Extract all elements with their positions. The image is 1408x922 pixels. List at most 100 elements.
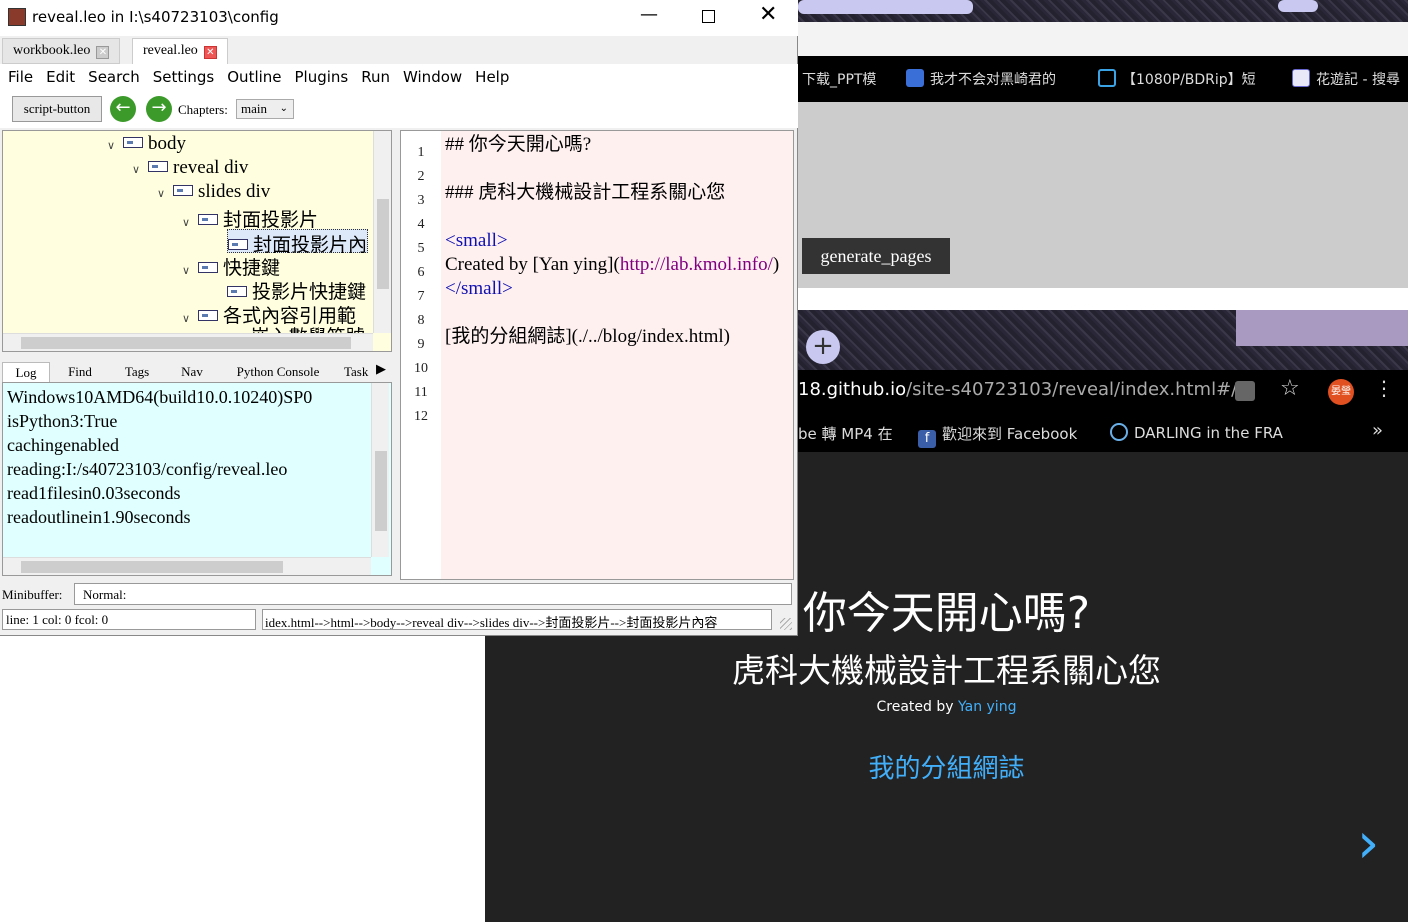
menu-outline[interactable]: Outline [227, 68, 281, 86]
close-tab-icon[interactable]: ✕ [96, 46, 110, 59]
next-slide-arrow-icon[interactable]: › [1357, 816, 1379, 872]
log-line: cachingenabled [7, 435, 119, 455]
body-editor[interactable]: 1 2 3 4 5 6 7 8 9 10 11 12 ## 你今天開心嗎? ##… [400, 130, 794, 580]
minibuffer-input[interactable]: Normal: [74, 583, 792, 605]
menu-bar: File Edit Search Settings Outline Plugins Run W… [0, 64, 798, 90]
slide-subtitle: 虎科大機械設計工程系關心您 [732, 651, 1161, 690]
outline-hscrollbar[interactable] [3, 333, 373, 351]
scroll-thumb[interactable] [375, 451, 387, 531]
avatar[interactable]: 晏瑩 [1328, 379, 1354, 405]
expand-caret-icon[interactable]: ∨ [182, 264, 198, 277]
tree-node[interactable]: 投影片快捷鍵 [227, 277, 366, 303]
new-tab-button[interactable] [1278, 0, 1318, 12]
tree-node-selected[interactable]: 封面投影片內 [227, 229, 369, 256]
code-url[interactable]: http://lab.kmol.info/ [620, 254, 773, 275]
menu-help[interactable]: Help [475, 68, 509, 86]
log-hscrollbar[interactable] [3, 557, 371, 575]
menu-run[interactable]: Run [361, 68, 390, 86]
expand-caret-icon[interactable]: ∨ [182, 312, 198, 325]
log-line: read1filesin0.03seconds [7, 483, 181, 503]
page-area: generate_pages [798, 102, 1408, 288]
translate-icon[interactable] [1235, 381, 1255, 401]
bookmark-item[interactable]: 下载_PPT模 [802, 69, 876, 89]
line-number: 6 [417, 265, 425, 280]
line-number: 2 [417, 169, 425, 184]
expand-caret-icon[interactable]: ∨ [157, 187, 173, 200]
tab-reveal[interactable]: reveal.leo ✕ [132, 38, 228, 65]
menu-window[interactable]: Window [403, 68, 462, 86]
back-arrow-icon[interactable]: ← [110, 96, 136, 122]
expand-caret-icon[interactable]: ∨ [107, 139, 123, 152]
bookmark-item[interactable]: 花遊記 - 搜尋 [1292, 69, 1400, 89]
bookmark-item[interactable]: 我才不会对黑崎君的 [906, 69, 1056, 89]
expand-caret-icon[interactable]: ∨ [132, 163, 148, 176]
browser2-tabstrip: + [798, 310, 1408, 370]
scroll-thumb[interactable] [21, 337, 351, 349]
bookmark-item[interactable]: be 轉 MP4 在 [798, 423, 893, 444]
script-button[interactable]: script-button [12, 96, 102, 122]
log-vscrollbar[interactable] [371, 383, 389, 557]
darling-icon [1110, 423, 1128, 441]
window-controls[interactable] [1236, 310, 1408, 346]
forward-arrow-icon[interactable]: → [146, 96, 172, 122]
node-icon [173, 185, 193, 196]
code-text[interactable]: ## 你今天開心嗎? ### 虎科大機械設計工程系關心您 <small> Cre… [445, 133, 779, 349]
tree-node[interactable]: ∨ reveal div [132, 157, 248, 181]
menu-icon[interactable]: ⋮ [1374, 376, 1394, 400]
leo-window: reveal.leo in I:\s40723103\config — ✕ wo… [0, 0, 798, 636]
log-line: Windows10AMD64(build10.0.10240)SP0 [7, 387, 313, 407]
outline-vscrollbar[interactable] [373, 131, 391, 333]
bookmark-item[interactable]: DARLING in the FRA [1110, 423, 1283, 442]
maximize-icon[interactable] [702, 10, 715, 23]
minimize-icon[interactable]: — [640, 4, 658, 25]
menu-edit[interactable]: Edit [46, 68, 75, 86]
chapters-select[interactable]: main ⌄ [236, 99, 294, 119]
tab-log[interactable]: Log [2, 362, 50, 382]
tree-node[interactable]: ∨ body [107, 133, 186, 157]
resize-grip-icon[interactable] [780, 618, 792, 630]
new-tab-plus-icon[interactable]: + [806, 330, 840, 364]
blog-link[interactable]: 我的分組網誌 [485, 748, 1408, 785]
generate-pages-button[interactable]: generate_pages [802, 238, 950, 274]
scroll-thumb[interactable] [377, 199, 389, 289]
tab-task[interactable]: Task [344, 362, 380, 382]
tree-node[interactable]: ∨ slides div [157, 181, 270, 205]
scroll-thumb[interactable] [21, 561, 283, 573]
menu-file[interactable]: File [8, 68, 33, 86]
line-number: 3 [417, 193, 425, 208]
bookmark-item[interactable]: f 歡迎來到 Facebook [918, 423, 1077, 448]
tab-nav[interactable]: Nav [168, 362, 216, 382]
log-line: isPython3:True [7, 411, 118, 431]
tab-python-console[interactable]: Python Console [222, 362, 334, 382]
status-node-path: idex.html-->html-->body-->reveal div-->s… [262, 609, 772, 630]
browser-tab[interactable] [798, 0, 973, 14]
close-tab-icon[interactable]: ✕ [203, 46, 217, 59]
address-bar[interactable]: 18.github.io/site-s40723103/reveal/index… [798, 370, 1408, 412]
code-line: ## 你今天開心嗎? [445, 134, 592, 155]
tree-node[interactable]: ∨ 快捷鍵 [182, 253, 280, 279]
bookmark-item[interactable]: 【1080P/BDRip】短 [1098, 69, 1256, 89]
code-line: <small> [445, 230, 508, 251]
menu-search[interactable]: Search [88, 68, 140, 86]
minibuffer-label: Minibuffer: [2, 587, 63, 602]
log-line: readoutlinein1.90seconds [7, 507, 191, 527]
facebook-icon: f [918, 430, 936, 448]
bookmarks-overflow[interactable]: » [1372, 420, 1383, 441]
tree-node[interactable]: ∨ 封面投影片 [182, 205, 318, 231]
author-link[interactable]: Yan ying [958, 699, 1016, 715]
menu-plugins[interactable]: Plugins [295, 68, 349, 86]
browser-toolbar [798, 22, 1408, 56]
tab-find[interactable]: Find [54, 362, 106, 382]
paw-icon [906, 69, 924, 87]
expand-caret-icon[interactable]: ∨ [182, 216, 198, 229]
node-icon [198, 310, 218, 321]
code-line: Created by [Yan ying](http://lab.kmol.in… [445, 254, 780, 275]
menu-settings[interactable]: Settings [153, 68, 215, 86]
tab-scroll-right-icon[interactable]: ▶ [376, 362, 386, 377]
close-icon[interactable]: ✕ [759, 2, 777, 27]
tab-tags[interactable]: Tags [110, 362, 164, 382]
tab-workbook[interactable]: workbook.leo ✕ [2, 38, 121, 64]
star-icon[interactable]: ☆ [1280, 376, 1300, 401]
